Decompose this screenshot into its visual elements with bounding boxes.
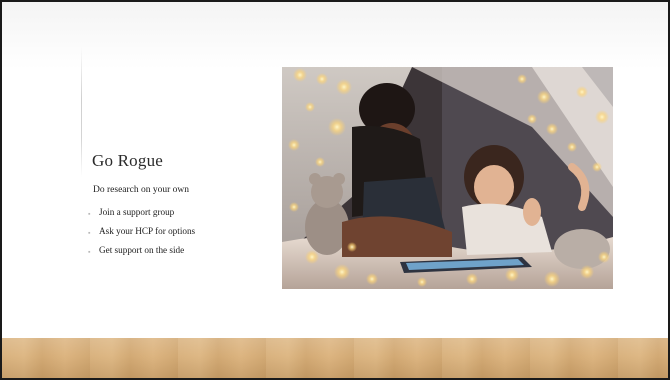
bullet-text: Join a support group [99, 207, 175, 217]
slide: Go Rogue Do research on your own ▪ Join … [0, 0, 670, 380]
bullet-item: ▪ Ask your HCP for options [88, 225, 195, 244]
slide-photo[interactable] [282, 67, 613, 289]
bullet-item: ▪ Join a support group [88, 206, 195, 225]
wood-floor-band [2, 338, 668, 378]
bullet-text: Get support on the side [99, 245, 185, 255]
bullet-icon: ▪ [88, 210, 91, 218]
slide-title: Go Rogue [92, 151, 164, 170]
slide-subtitle: Do research on your own [93, 185, 190, 195]
photo-illustration [282, 67, 613, 289]
accent-divider [81, 47, 82, 177]
bullet-list: ▪ Join a support group ▪ Ask your HCP fo… [88, 206, 195, 263]
bullet-icon: ▪ [88, 248, 91, 256]
bullet-icon: ▪ [88, 229, 91, 237]
bullet-text: Ask your HCP for options [99, 226, 196, 236]
bullet-item: ▪ Get support on the side [88, 244, 195, 263]
